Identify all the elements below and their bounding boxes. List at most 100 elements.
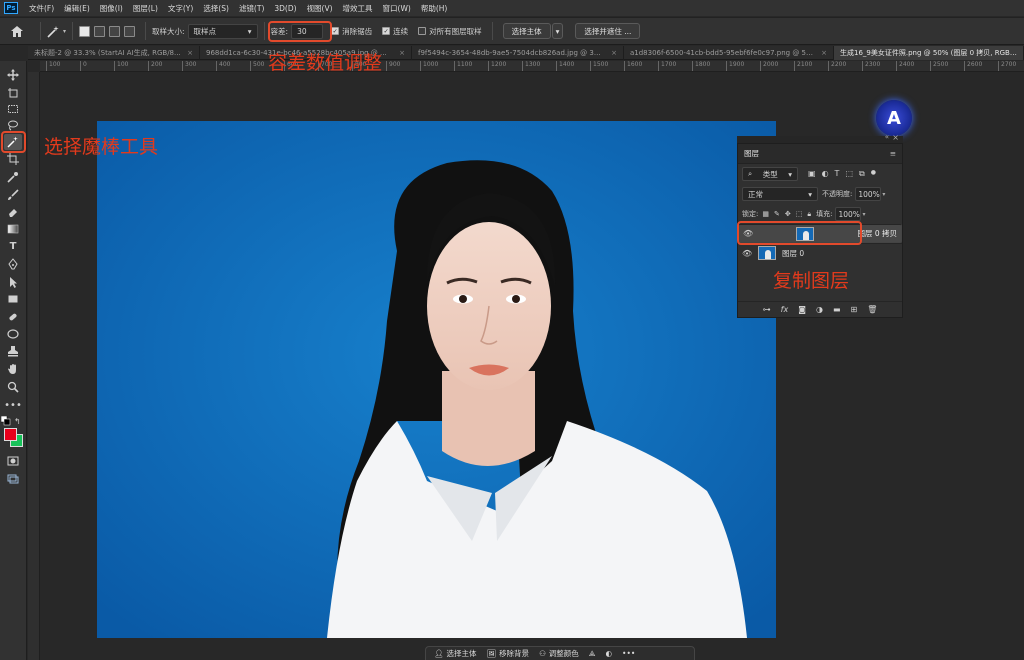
- quick-mask-icon[interactable]: [4, 453, 22, 469]
- more-tools-icon[interactable]: •••: [4, 397, 22, 413]
- delete-layer-icon[interactable]: 🗑︎: [867, 305, 877, 314]
- select-subject-task[interactable]: 👤︎ 选择主体: [434, 648, 477, 659]
- ellipse-tool-icon[interactable]: [4, 326, 22, 342]
- default-colors-icon[interactable]: [0, 415, 11, 426]
- filter-pixel-icon[interactable]: ▣: [808, 169, 816, 179]
- menu-view[interactable]: 视图(V): [302, 3, 338, 14]
- contiguous-checkbox[interactable]: ✓: [382, 27, 391, 35]
- lock-pixels-icon[interactable]: ✎: [774, 210, 780, 219]
- chevron-down-icon[interactable]: ▾: [862, 211, 865, 218]
- canvas-image[interactable]: [97, 121, 776, 638]
- foreground-color-swatch[interactable]: [4, 428, 17, 441]
- filter-adjustment-icon[interactable]: ◐: [822, 169, 829, 179]
- layer-style-icon[interactable]: fx: [781, 305, 789, 314]
- tab-document-3[interactable]: f9f5494c-3654-48db-9ae5-7504dcb826ad.jpg…: [412, 46, 624, 60]
- contrast-icon[interactable]: ◐: [606, 649, 613, 658]
- layers-panel-title[interactable]: 图层: [744, 148, 759, 159]
- close-icon[interactable]: ×: [399, 49, 405, 57]
- healing-brush-tool-icon[interactable]: [4, 309, 22, 325]
- menu-layer[interactable]: 图层(L): [128, 3, 163, 14]
- lock-position-icon[interactable]: ✥: [785, 210, 791, 219]
- close-icon[interactable]: ×: [187, 49, 193, 57]
- sample-size-select[interactable]: 取样点 ▾: [187, 23, 258, 39]
- contiguous-option[interactable]: ✓ 连续: [382, 26, 408, 37]
- layer-row-original[interactable]: 👁︎ 图层 0: [738, 243, 902, 262]
- close-icon[interactable]: ×: [821, 49, 827, 57]
- sample-all-layers-option[interactable]: 对所有图层取样: [418, 26, 482, 37]
- close-icon[interactable]: ×: [892, 133, 899, 142]
- menu-window[interactable]: 窗口(W): [378, 3, 416, 14]
- layer-filter-select[interactable]: ⌕ 类型 ▾: [742, 167, 798, 181]
- artboard-tool-icon[interactable]: [4, 85, 22, 101]
- filter-toggle-icon[interactable]: ●: [871, 169, 876, 179]
- tab-document-1[interactable]: 未标题-2 @ 33.3% (StartAI AI生成, RGB/8... ×: [28, 46, 200, 60]
- menu-select[interactable]: 选择(S): [198, 3, 234, 14]
- remove-background-task[interactable]: 🖼︎ 移除背景: [487, 648, 530, 659]
- adjust-color-task[interactable]: ⚇ 调整颜色: [539, 648, 579, 659]
- select-and-mask-button[interactable]: 选择并遮住 ...: [575, 23, 641, 39]
- tool-preset-picker[interactable]: ▾: [47, 25, 66, 38]
- subtract-selection-icon[interactable]: [109, 25, 121, 37]
- lock-all-icon[interactable]: 🔒︎: [807, 210, 811, 219]
- blend-mode-select[interactable]: 正常 ▾: [742, 187, 818, 201]
- link-layers-icon[interactable]: ⊶: [763, 305, 771, 314]
- swap-colors-icon[interactable]: ↰: [14, 417, 21, 426]
- tab-document-active[interactable]: 生成16_9美女证件照.png @ 50% (图层 0 拷贝, RGB/8#): [834, 46, 1024, 60]
- transform-icon[interactable]: ⟁: [589, 649, 596, 659]
- screen-mode-icon[interactable]: [4, 471, 22, 487]
- hand-tool-icon[interactable]: [4, 361, 22, 377]
- rectangle-tool-icon[interactable]: [4, 291, 22, 307]
- menu-edit[interactable]: 编辑(E): [59, 3, 95, 14]
- brush-tool-icon[interactable]: [4, 187, 22, 203]
- chevron-down-icon[interactable]: ▾: [882, 191, 885, 198]
- select-subject-dropdown[interactable]: ▾: [551, 23, 564, 39]
- lock-artboard-icon[interactable]: ⬚: [796, 210, 803, 219]
- tab-document-4[interactable]: a1d8306f-6500-41cb-bdd5-95ebf6fe0c97.png…: [624, 46, 834, 60]
- move-tool-icon[interactable]: [4, 67, 22, 83]
- startai-badge-icon[interactable]: A: [876, 100, 912, 136]
- select-subject-button[interactable]: 选择主体: [502, 23, 551, 39]
- collapse-icon[interactable]: «: [885, 133, 889, 141]
- layer-name[interactable]: 图层 0: [782, 248, 804, 259]
- marquee-tool-icon[interactable]: [4, 101, 22, 117]
- panel-menu-icon[interactable]: ≡: [890, 149, 896, 158]
- group-folder-icon[interactable]: ▬: [833, 305, 841, 314]
- menu-help[interactable]: 帮助(H): [416, 3, 453, 14]
- menu-filter[interactable]: 滤镜(T): [234, 3, 269, 14]
- new-selection-icon[interactable]: [79, 25, 91, 37]
- more-options-icon[interactable]: •••: [622, 649, 635, 658]
- gradient-tool-icon[interactable]: [4, 221, 22, 237]
- adjustment-layer-icon[interactable]: ◑: [816, 305, 823, 314]
- antialias-option[interactable]: ✓ 消除锯齿: [331, 26, 372, 37]
- layer-name[interactable]: 图层 0 拷贝: [857, 228, 897, 239]
- home-icon[interactable]: [0, 25, 34, 37]
- visibility-eye-icon[interactable]: 👁︎: [742, 249, 754, 258]
- filter-type-icon[interactable]: T: [835, 169, 840, 179]
- menu-file[interactable]: 文件(F): [24, 3, 59, 14]
- type-tool-icon[interactable]: T: [4, 238, 22, 254]
- opacity-input[interactable]: 100%: [855, 187, 882, 201]
- filter-shape-icon[interactable]: ⬚: [845, 169, 853, 179]
- add-selection-icon[interactable]: [94, 25, 106, 37]
- zoom-tool-icon[interactable]: [4, 379, 22, 395]
- clone-stamp-tool-icon[interactable]: [4, 343, 22, 359]
- fill-input[interactable]: 100%: [835, 207, 862, 221]
- sample-all-layers-checkbox[interactable]: [418, 27, 427, 35]
- intersect-selection-icon[interactable]: [124, 25, 136, 37]
- crop-tool-icon[interactable]: [4, 151, 22, 167]
- path-selection-tool-icon[interactable]: [4, 274, 22, 290]
- antialias-checkbox[interactable]: ✓: [331, 27, 340, 35]
- add-mask-icon[interactable]: ◙: [798, 305, 806, 314]
- filter-smart-object-icon[interactable]: ⧉: [859, 169, 865, 179]
- menu-3d[interactable]: 3D(D): [269, 4, 301, 13]
- new-layer-icon[interactable]: ⊞: [851, 305, 858, 314]
- lock-transparent-icon[interactable]: ▦: [762, 210, 769, 219]
- menu-image[interactable]: 图像(I): [95, 3, 128, 14]
- layers-panel-titlebar[interactable]: « ×: [737, 133, 903, 143]
- eraser-tool-icon[interactable]: [4, 204, 22, 220]
- pen-tool-icon[interactable]: [4, 256, 22, 272]
- menu-type[interactable]: 文字(Y): [163, 3, 198, 14]
- eyedropper-tool-icon[interactable]: [4, 169, 22, 185]
- menu-plugins[interactable]: 增效工具: [338, 3, 378, 14]
- close-icon[interactable]: ×: [611, 49, 617, 57]
